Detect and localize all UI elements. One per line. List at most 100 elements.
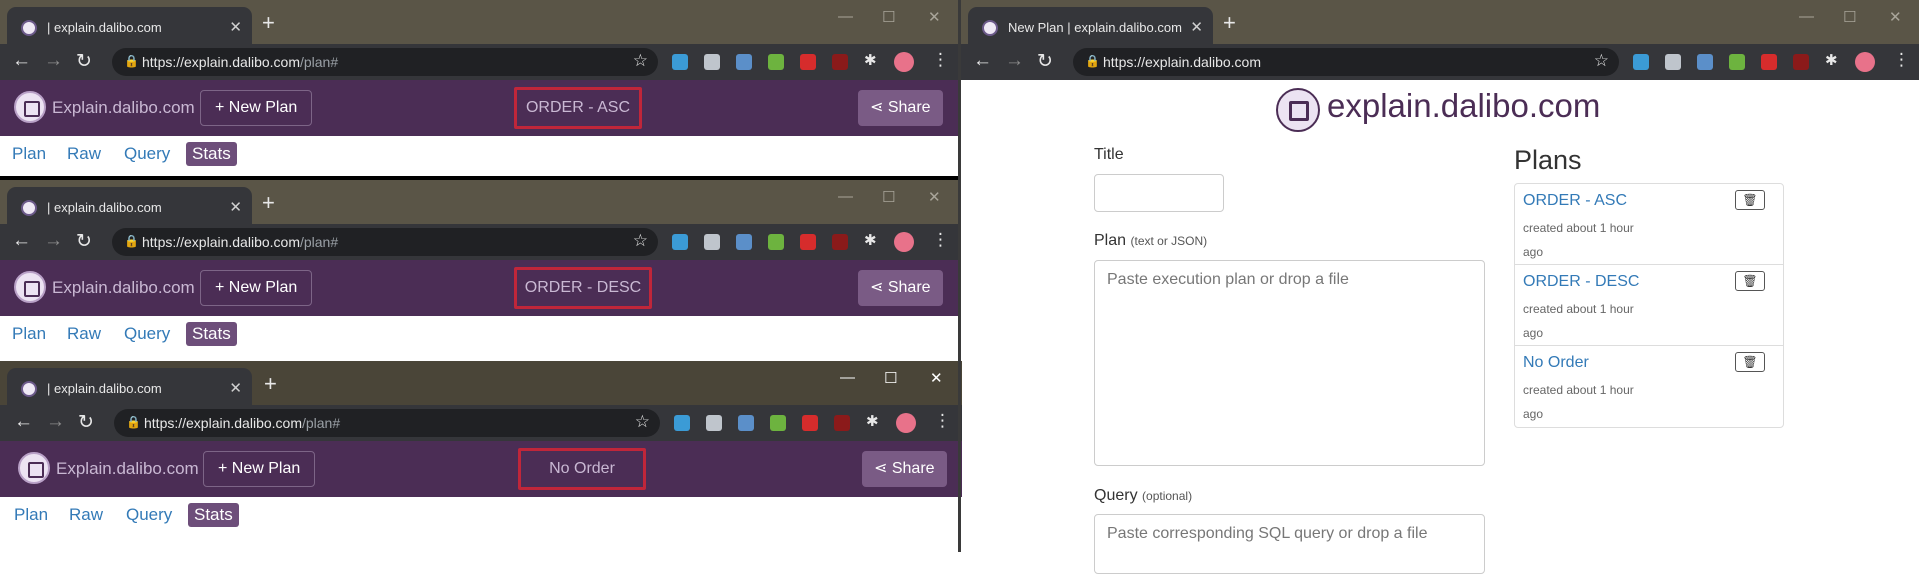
tab-close-icon[interactable]: ✕ bbox=[1190, 18, 1203, 36]
extension-icon[interactable] bbox=[674, 415, 690, 431]
extension-icon[interactable] bbox=[736, 54, 752, 70]
maximize-icon[interactable]: ☐ bbox=[884, 369, 897, 387]
extension-icon[interactable] bbox=[672, 54, 688, 70]
tab-stats[interactable]: Stats bbox=[186, 322, 237, 346]
extension-icon[interactable] bbox=[1633, 54, 1649, 70]
extension-icon[interactable] bbox=[738, 415, 754, 431]
extension-icon[interactable] bbox=[704, 54, 720, 70]
minimize-icon[interactable]: — bbox=[1799, 8, 1814, 25]
bookmark-star-icon[interactable]: ☆ bbox=[633, 51, 648, 71]
back-icon[interactable]: ← bbox=[12, 230, 31, 252]
tab-stats[interactable]: Stats bbox=[186, 142, 237, 166]
profile-avatar-icon[interactable] bbox=[894, 232, 914, 252]
site-title[interactable]: explain.dalibo.com bbox=[1327, 87, 1600, 125]
plan-textarea[interactable]: Paste execution plan or drop a file bbox=[1094, 260, 1485, 466]
forward-icon[interactable]: → bbox=[46, 411, 65, 433]
new-plan-button[interactable]: + New Plan bbox=[200, 90, 313, 126]
share-button[interactable]: ⋖ Share bbox=[862, 451, 947, 487]
title-input[interactable] bbox=[1094, 174, 1224, 212]
close-window-icon[interactable]: ✕ bbox=[928, 8, 941, 26]
tab-plan[interactable]: Plan bbox=[8, 503, 54, 527]
extension-icon[interactable] bbox=[768, 54, 784, 70]
back-icon[interactable]: ← bbox=[14, 411, 33, 433]
forward-icon[interactable]: → bbox=[44, 50, 63, 72]
close-window-icon[interactable]: ✕ bbox=[930, 369, 943, 387]
tab-raw[interactable]: Raw bbox=[63, 503, 109, 527]
puzzle-icon[interactable]: ✱ bbox=[864, 51, 880, 69]
back-icon[interactable]: ← bbox=[12, 50, 31, 72]
bookmark-star-icon[interactable]: ☆ bbox=[635, 412, 650, 432]
tab-close-icon[interactable]: ✕ bbox=[229, 198, 242, 216]
extension-icon[interactable] bbox=[672, 234, 688, 250]
address-bar[interactable]: 🔒 https://explain.dalibo.com/plan# ☆ bbox=[112, 228, 658, 256]
maximize-icon[interactable]: ☐ bbox=[882, 8, 895, 26]
extension-icon[interactable] bbox=[770, 415, 786, 431]
tab-raw[interactable]: Raw bbox=[61, 322, 107, 346]
forward-icon[interactable]: → bbox=[1005, 50, 1024, 72]
reload-icon[interactable]: ↻ bbox=[1037, 50, 1053, 73]
share-button[interactable]: ⋖ Share bbox=[858, 270, 943, 306]
trash-icon[interactable]: 🗑 bbox=[1735, 352, 1765, 372]
menu-icon[interactable]: ⋮ bbox=[1893, 50, 1910, 70]
extension-icon[interactable] bbox=[704, 234, 720, 250]
extension-icon[interactable] bbox=[768, 234, 784, 250]
extension-icon[interactable] bbox=[832, 54, 848, 70]
forward-icon[interactable]: → bbox=[44, 230, 63, 252]
new-tab-icon[interactable]: + bbox=[262, 12, 275, 34]
extension-icon[interactable] bbox=[800, 234, 816, 250]
tab-stats[interactable]: Stats bbox=[188, 503, 239, 527]
reload-icon[interactable]: ↻ bbox=[76, 230, 92, 253]
trash-icon[interactable]: 🗑 bbox=[1735, 271, 1765, 291]
tab-close-icon[interactable]: ✕ bbox=[229, 379, 242, 397]
reload-icon[interactable]: ↻ bbox=[78, 411, 94, 434]
share-button[interactable]: ⋖ Share bbox=[858, 90, 943, 126]
extension-icon[interactable] bbox=[1665, 54, 1681, 70]
address-bar[interactable]: 🔒 https://explain.dalibo.com/plan# ☆ bbox=[112, 48, 658, 76]
query-textarea[interactable]: Paste corresponding SQL query or drop a … bbox=[1094, 514, 1485, 574]
new-tab-icon[interactable]: + bbox=[264, 373, 277, 395]
new-plan-button[interactable]: + New Plan bbox=[203, 451, 316, 487]
tab-query[interactable]: Query bbox=[118, 322, 176, 346]
new-tab-icon[interactable]: + bbox=[1223, 12, 1236, 34]
extension-icon[interactable] bbox=[802, 415, 818, 431]
extension-icon[interactable] bbox=[1729, 54, 1745, 70]
minimize-icon[interactable]: — bbox=[838, 188, 853, 205]
tab-plan[interactable]: Plan bbox=[6, 142, 52, 166]
puzzle-icon[interactable]: ✱ bbox=[864, 231, 880, 249]
reload-icon[interactable]: ↻ bbox=[76, 50, 92, 73]
extension-icon[interactable] bbox=[832, 234, 848, 250]
trash-icon[interactable]: 🗑 bbox=[1735, 190, 1765, 210]
address-bar[interactable]: 🔒 https://explain.dalibo.com ☆ bbox=[1073, 48, 1619, 76]
close-window-icon[interactable]: ✕ bbox=[1889, 8, 1902, 26]
puzzle-icon[interactable]: ✱ bbox=[1825, 51, 1841, 69]
extension-icon[interactable] bbox=[834, 415, 850, 431]
extension-icon[interactable] bbox=[1793, 54, 1809, 70]
profile-avatar-icon[interactable] bbox=[896, 413, 916, 433]
new-tab-icon[interactable]: + bbox=[262, 192, 275, 214]
profile-avatar-icon[interactable] bbox=[1855, 52, 1875, 72]
plan-link[interactable]: ORDER - ASC bbox=[1523, 192, 1627, 210]
puzzle-icon[interactable]: ✱ bbox=[866, 412, 882, 430]
bookmark-star-icon[interactable]: ☆ bbox=[633, 231, 648, 251]
tab-raw[interactable]: Raw bbox=[61, 142, 107, 166]
minimize-icon[interactable]: — bbox=[838, 8, 853, 25]
tab-close-icon[interactable]: ✕ bbox=[229, 18, 242, 36]
minimize-icon[interactable]: — bbox=[840, 369, 855, 386]
profile-avatar-icon[interactable] bbox=[894, 52, 914, 72]
menu-icon[interactable]: ⋮ bbox=[932, 50, 949, 70]
back-icon[interactable]: ← bbox=[973, 50, 992, 72]
extension-icon[interactable] bbox=[800, 54, 816, 70]
maximize-icon[interactable]: ☐ bbox=[1843, 8, 1856, 26]
tab-query[interactable]: Query bbox=[120, 503, 178, 527]
extension-icon[interactable] bbox=[1761, 54, 1777, 70]
menu-icon[interactable]: ⋮ bbox=[934, 411, 951, 431]
tab-plan[interactable]: Plan bbox=[6, 322, 52, 346]
menu-icon[interactable]: ⋮ bbox=[932, 230, 949, 250]
new-plan-button[interactable]: + New Plan bbox=[200, 270, 313, 306]
extension-icon[interactable] bbox=[706, 415, 722, 431]
extension-icon[interactable] bbox=[736, 234, 752, 250]
close-window-icon[interactable]: ✕ bbox=[928, 188, 941, 206]
extension-icon[interactable] bbox=[1697, 54, 1713, 70]
maximize-icon[interactable]: ☐ bbox=[882, 188, 895, 206]
plan-link[interactable]: ORDER - DESC bbox=[1523, 273, 1639, 291]
